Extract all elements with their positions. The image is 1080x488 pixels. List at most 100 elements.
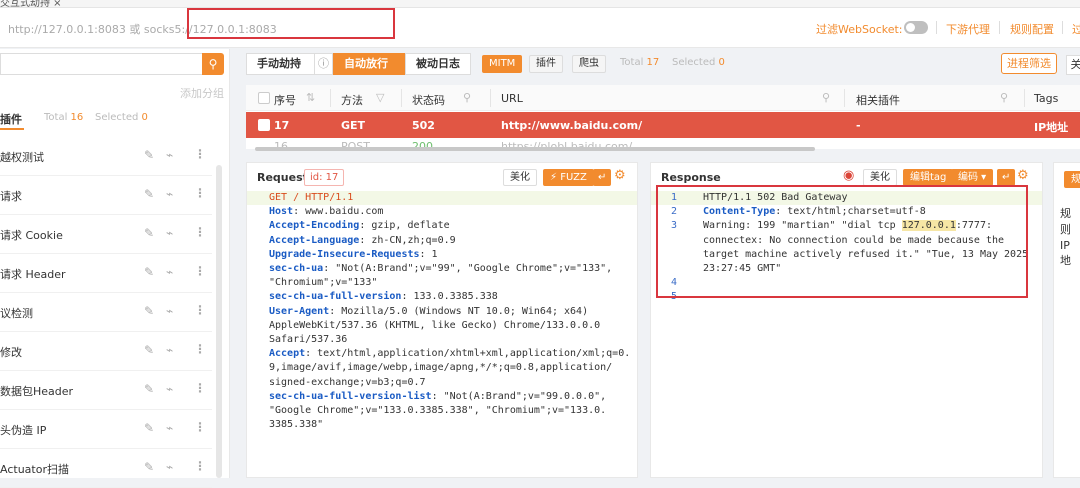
- manual-hijack-button[interactable]: 手动劫持: [246, 53, 315, 75]
- search-icon[interactable]: ⚲: [822, 91, 830, 104]
- edit-tag-button[interactable]: 编辑tag: [903, 169, 954, 186]
- encode-dropdown[interactable]: 编码 ▾: [951, 169, 994, 186]
- plugin-filter-chip[interactable]: 插件: [529, 55, 563, 73]
- plugin-list-item[interactable]: Actuator扫描 ✎ ⌁ ⋮: [0, 449, 212, 488]
- mitm-filter-chip[interactable]: MITM: [482, 55, 523, 73]
- plugin-list-item[interactable]: 请求 Cookie ✎ ⌁ ⋮: [0, 215, 212, 254]
- edit-icon[interactable]: ✎: [144, 304, 154, 318]
- debug-icon[interactable]: ⌁: [166, 148, 173, 162]
- crawler-filter-chip[interactable]: 爬虫: [572, 55, 606, 73]
- rules-button[interactable]: 规: [1064, 171, 1080, 188]
- debug-icon[interactable]: ⌁: [166, 265, 173, 279]
- header-value: Safari/537.36: [269, 334, 348, 345]
- return-icon[interactable]: ↵: [593, 169, 612, 186]
- plugin-list-item[interactable]: 修改 ✎ ⌁ ⋮: [0, 332, 212, 371]
- more-icon[interactable]: ⋮: [194, 381, 206, 395]
- debug-icon[interactable]: ⌁: [166, 187, 173, 201]
- select-all-checkbox[interactable]: [258, 92, 270, 104]
- search-icon[interactable]: ⚲: [463, 91, 471, 104]
- more-icon[interactable]: ⋮: [194, 342, 206, 356]
- col-url[interactable]: URL: [501, 92, 523, 105]
- header-value: : text/html,application/xhtml+xml,applic…: [305, 348, 631, 360]
- plugin-list-item[interactable]: 请求 Header ✎ ⌁ ⋮: [0, 254, 212, 293]
- edit-icon[interactable]: ✎: [144, 148, 154, 162]
- more-icon[interactable]: ⋮: [194, 264, 206, 278]
- more-icon[interactable]: ⋮: [194, 459, 206, 473]
- filter-button[interactable]: 过: [1072, 21, 1080, 37]
- beautify-button[interactable]: 美化: [503, 169, 537, 186]
- col-seq[interactable]: 序号: [274, 92, 296, 108]
- debug-icon[interactable]: ⌁: [166, 460, 173, 474]
- header-value: : www.baidu.com: [293, 206, 384, 218]
- more-icon[interactable]: ⋮: [194, 147, 206, 161]
- auto-release-button[interactable]: 自动放行: [333, 53, 405, 75]
- more-icon[interactable]: ⋮: [194, 225, 206, 239]
- edit-icon[interactable]: ✎: [144, 421, 154, 435]
- edit-icon[interactable]: ✎: [144, 265, 154, 279]
- request-editor[interactable]: GET / HTTP/1.1 Host: www.baidu.com Accept-…: [247, 191, 637, 479]
- websocket-filter-label: 过滤WebSocket:: [816, 23, 903, 36]
- filter-icon[interactable]: ▽: [376, 91, 384, 104]
- fuzz-button[interactable]: ⚡ FUZZ: [543, 169, 594, 186]
- col-plugins[interactable]: 相关插件: [856, 92, 900, 108]
- return-icon[interactable]: ↵: [997, 169, 1016, 186]
- more-icon[interactable]: ⋮: [194, 186, 206, 200]
- plugin-name: 数据包Header: [0, 385, 74, 398]
- request-line: 3385.338": [269, 418, 323, 432]
- divider: [401, 89, 402, 107]
- header-value: : zh-CN,zh;q=0.9: [359, 234, 456, 246]
- search-icon[interactable]: ⚲: [202, 53, 224, 75]
- edit-icon[interactable]: ✎: [144, 187, 154, 201]
- debug-icon[interactable]: ⌁: [166, 421, 173, 435]
- plugin-list-item[interactable]: 越权测试 ✎ ⌁ ⋮: [0, 137, 212, 176]
- header-key: Accept-Language: [269, 234, 360, 246]
- search-icon[interactable]: ⚲: [1000, 91, 1008, 104]
- debug-icon[interactable]: ⌁: [166, 304, 173, 318]
- websocket-filter-toggle[interactable]: [904, 21, 928, 34]
- rule-config-button[interactable]: 规则配置: [1010, 21, 1054, 37]
- info-icon[interactable]: ⓘ: [314, 53, 333, 75]
- close-button[interactable]: 关: [1066, 55, 1080, 75]
- sort-icon[interactable]: ⇅: [306, 91, 315, 104]
- sidebar-scrollbar[interactable]: [216, 165, 222, 478]
- edit-icon[interactable]: ✎: [144, 226, 154, 240]
- header-value: : Mozilla/5.0 (Windows NT 10.0; Win64; x…: [329, 305, 589, 317]
- divider: [844, 89, 845, 107]
- chrome-icon[interactable]: ◉: [843, 168, 854, 183]
- plugin-list-item[interactable]: 请求 ✎ ⌁ ⋮: [0, 176, 212, 215]
- header-value: "Google Chrome";v="133.0.3385.338", "Chr…: [269, 405, 607, 416]
- plugin-name: 修改: [0, 346, 22, 359]
- table-header: 序号 ⇅ 方法 ▽ 状态码 ⚲ URL ⚲ 相关插件 ⚲ Tags: [246, 85, 1080, 111]
- header-value: / HTTP/1.1: [287, 192, 354, 203]
- col-tags[interactable]: Tags: [1034, 92, 1058, 105]
- request-line: "Google Chrome";v="133.0.3385.338", "Chr…: [269, 404, 606, 418]
- debug-icon[interactable]: ⌁: [166, 226, 173, 240]
- plugin-list-item[interactable]: 议检测 ✎ ⌁ ⋮: [0, 293, 212, 332]
- table-row-selected[interactable]: 17 GET 502 http://www.baidu.com/ - IP地址: [246, 112, 1080, 138]
- gear-icon[interactable]: ⚙: [1017, 168, 1029, 183]
- add-group-link[interactable]: 添加分组: [180, 85, 224, 101]
- request-line: "Chromium";v="133": [269, 276, 377, 290]
- response-panel: Response ◉ 美化 编辑tag 编码 ▾ ↵ ⚙ 1 HTTP/1.1 5…: [650, 162, 1043, 478]
- more-icon[interactable]: ⋮: [194, 303, 206, 317]
- request-line: GET / HTTP/1.1: [269, 191, 353, 205]
- edit-icon[interactable]: ✎: [144, 382, 154, 396]
- gear-icon[interactable]: ⚙: [614, 168, 626, 183]
- plugin-list-item[interactable]: 头伪造 IP ✎ ⌁ ⋮: [0, 410, 212, 449]
- edit-icon[interactable]: ✎: [144, 460, 154, 474]
- row-checkbox[interactable]: [258, 119, 270, 131]
- more-icon[interactable]: ⋮: [194, 420, 206, 434]
- downstream-proxy-button[interactable]: 下游代理: [946, 21, 990, 37]
- plugin-search-input[interactable]: [0, 53, 202, 75]
- col-status[interactable]: 状态码: [412, 92, 445, 108]
- plugin-list-item[interactable]: 数据包Header ✎ ⌁ ⋮: [0, 371, 212, 410]
- col-method[interactable]: 方法: [341, 92, 363, 108]
- table-scrollbar[interactable]: [255, 147, 815, 151]
- process-filter-button[interactable]: 进程筛选: [1001, 53, 1057, 74]
- plugin-tab[interactable]: 插件: [0, 111, 22, 127]
- edit-icon[interactable]: ✎: [144, 343, 154, 357]
- debug-icon[interactable]: ⌁: [166, 382, 173, 396]
- passive-log-button[interactable]: 被动日志: [405, 53, 471, 75]
- beautify-button[interactable]: 美化: [863, 169, 897, 186]
- debug-icon[interactable]: ⌁: [166, 343, 173, 357]
